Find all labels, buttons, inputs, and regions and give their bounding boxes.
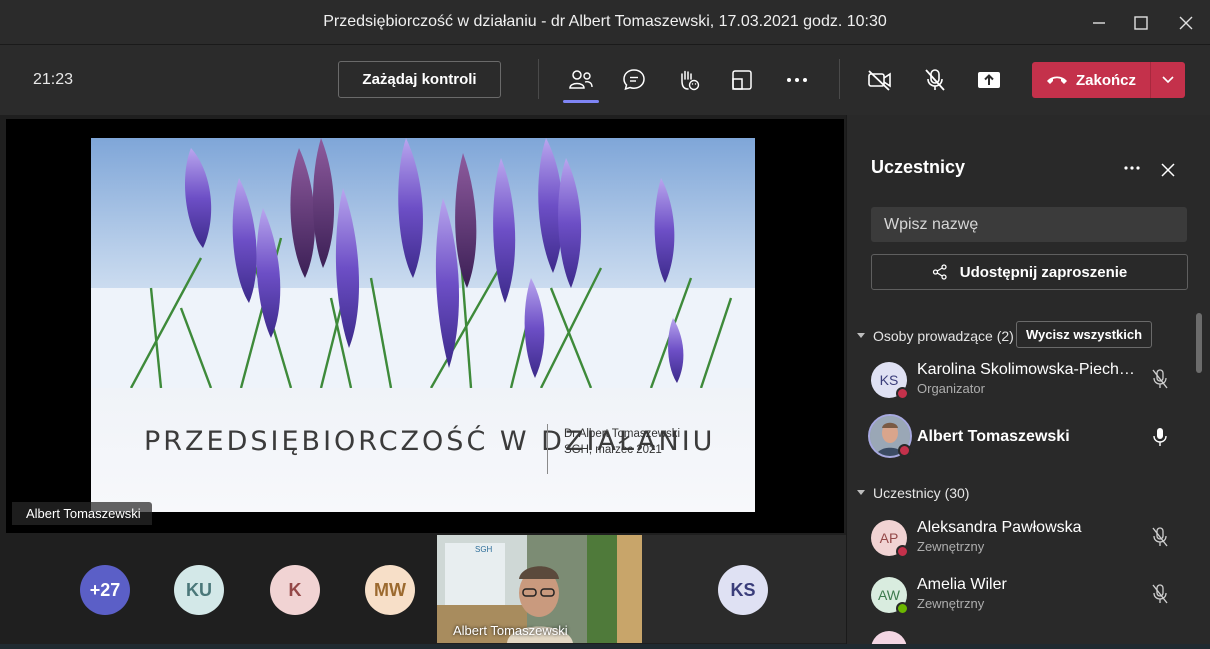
slide-author-affiliation: SGH, marzec 2021 xyxy=(564,444,662,456)
close-icon xyxy=(1161,163,1175,177)
participant-avatar[interactable]: KU xyxy=(174,565,224,615)
video-background-sign: SGH xyxy=(475,545,493,554)
share-tray-button[interactable] xyxy=(971,63,1007,97)
attendees-section-toggle[interactable]: Uczestnicy (30) xyxy=(857,485,969,501)
camera-off-icon xyxy=(868,70,891,91)
share-invite-label: Udostępnij zaproszenie xyxy=(959,263,1128,281)
close-window-button[interactable] xyxy=(1171,8,1201,38)
maximize-icon xyxy=(1134,16,1148,30)
minimize-button[interactable] xyxy=(1084,8,1114,38)
meeting-timer: 21:23 xyxy=(33,71,74,88)
end-call-label: Zakończ xyxy=(1075,71,1136,89)
participant-name: Amelia Wiler xyxy=(917,576,1007,593)
chat-icon xyxy=(623,69,645,91)
mic-off-icon xyxy=(1152,584,1168,604)
participant-name: Albert Tomaszewski xyxy=(917,428,1070,445)
slide-divider xyxy=(547,424,548,474)
caret-down-icon xyxy=(857,333,865,338)
maximize-button[interactable] xyxy=(1126,8,1156,38)
presenter-name-tag: Albert Tomaszewski xyxy=(12,502,152,525)
hang-up-icon xyxy=(1046,76,1067,84)
meeting-stage: PRZEDSIĘBIORCZOŚĆ W DZIAŁANIU Dr Albert … xyxy=(0,115,846,649)
participant-tile[interactable]: KS xyxy=(642,535,846,643)
attendees-section-label: Uczestnicy (30) xyxy=(873,485,970,501)
panel-more-button[interactable] xyxy=(1121,157,1143,179)
status-badge xyxy=(896,602,909,615)
participant-role: Zewnętrzny xyxy=(917,539,985,554)
mic-toggle-button[interactable] xyxy=(917,63,953,97)
toolbar-divider xyxy=(538,59,539,99)
more-icon xyxy=(1124,166,1140,170)
breakout-rooms-icon xyxy=(732,70,752,90)
video-tile-name: Albert Tomaszewski xyxy=(453,623,568,638)
participant-avatar[interactable]: MW xyxy=(365,565,415,615)
end-call-button[interactable]: Zakończ xyxy=(1032,62,1150,98)
presenter-video-tile[interactable]: SGH Albert Tomaszewski xyxy=(437,535,642,643)
reactions-button[interactable] xyxy=(670,63,706,97)
mute-all-button[interactable]: Wycisz wszystkich xyxy=(1016,321,1152,348)
mic-off-icon xyxy=(925,69,945,91)
participant-mic-status xyxy=(1149,426,1171,448)
overflow-participants-avatar[interactable]: +27 xyxy=(80,565,130,615)
end-call-control: Zakończ xyxy=(1032,62,1185,98)
crocus-photo xyxy=(91,138,755,389)
participant-row[interactable]: AW Amelia Wiler Zewnętrzny xyxy=(871,573,1191,619)
minimize-icon xyxy=(1093,22,1105,24)
participant-role: Zewnętrzny xyxy=(917,596,985,611)
panel-close-button[interactable] xyxy=(1157,159,1179,181)
participant-gallery: +27 KU K MW SGH Albert Tomaszewski KS xyxy=(0,535,846,649)
status-badge xyxy=(898,444,911,457)
participant-row[interactable]: Albert Tomaszewski xyxy=(868,414,1191,460)
participant-mic-status xyxy=(1149,368,1171,390)
participant-row[interactable]: KS Karolina Skolimowska-Piecho... Organi… xyxy=(871,358,1191,404)
mic-off-icon xyxy=(1152,527,1168,547)
participant-role: Organizator xyxy=(917,381,985,396)
reactions-icon xyxy=(681,70,700,91)
bottom-edge xyxy=(0,644,1210,649)
presenters-section-toggle[interactable]: Osoby prowadzące (2) xyxy=(857,328,1014,344)
end-call-options-button[interactable] xyxy=(1151,62,1185,98)
participant-avatar[interactable]: K xyxy=(270,565,320,615)
close-icon xyxy=(1179,16,1193,30)
participant-search-input[interactable] xyxy=(871,207,1187,242)
participant-name: Karolina Skolimowska-Piecho... xyxy=(917,361,1139,378)
participants-icon xyxy=(569,70,593,89)
window-title-bar: Przedsiębiorczość w działaniu - dr Alber… xyxy=(0,0,1210,45)
participant-name: Aleksandra Pawłowska xyxy=(917,519,1082,536)
participants-panel: Uczestnicy Udostępnij zaproszenie Osoby … xyxy=(846,115,1210,649)
participant-row[interactable]: AP Aleksandra Pawłowska Zewnętrzny xyxy=(871,516,1191,562)
slide-author: Dr Albert Tomaszewski SGH, marzec 2021 xyxy=(564,426,680,458)
crocus-flowers-image xyxy=(91,138,755,389)
toolbar-divider xyxy=(839,59,840,99)
participant-avatar: KS xyxy=(718,565,768,615)
participant-mic-status xyxy=(1149,526,1171,548)
panel-scrollbar[interactable] xyxy=(1196,313,1202,373)
camera-toggle-button[interactable] xyxy=(862,63,898,97)
shared-content: PRZEDSIĘBIORCZOŚĆ W DZIAŁANIU Dr Albert … xyxy=(6,119,844,533)
request-control-button[interactable]: Zażądaj kontroli xyxy=(338,61,501,98)
more-actions-button[interactable] xyxy=(779,63,815,97)
rooms-button[interactable] xyxy=(724,63,760,97)
caret-down-icon xyxy=(857,490,865,495)
participant-mic-status xyxy=(1149,583,1171,605)
share-tray-icon xyxy=(978,72,1000,88)
meeting-toolbar: 21:23 Zażądaj kontroli Zakończ xyxy=(0,45,1210,115)
participants-active-indicator xyxy=(563,100,599,103)
window-title: Przedsiębiorczość w działaniu - dr Alber… xyxy=(323,13,887,30)
panel-title: Uczestnicy xyxy=(871,157,966,177)
mic-off-icon xyxy=(1152,369,1168,389)
more-icon xyxy=(787,78,807,82)
mic-on-icon xyxy=(1153,428,1167,446)
chevron-down-icon xyxy=(1162,76,1174,84)
chat-button[interactable] xyxy=(616,63,652,97)
share-link-icon xyxy=(932,264,947,280)
status-badge xyxy=(896,387,909,400)
participants-button[interactable] xyxy=(563,63,599,97)
presenters-section-label: Osoby prowadzące (2) xyxy=(873,328,1014,344)
slide-author-name: Dr Albert Tomaszewski xyxy=(564,428,681,440)
status-badge xyxy=(896,545,909,558)
presentation-slide: PRZEDSIĘBIORCZOŚĆ W DZIAŁANIU Dr Albert … xyxy=(91,138,755,512)
share-invite-button[interactable]: Udostępnij zaproszenie xyxy=(871,254,1188,290)
